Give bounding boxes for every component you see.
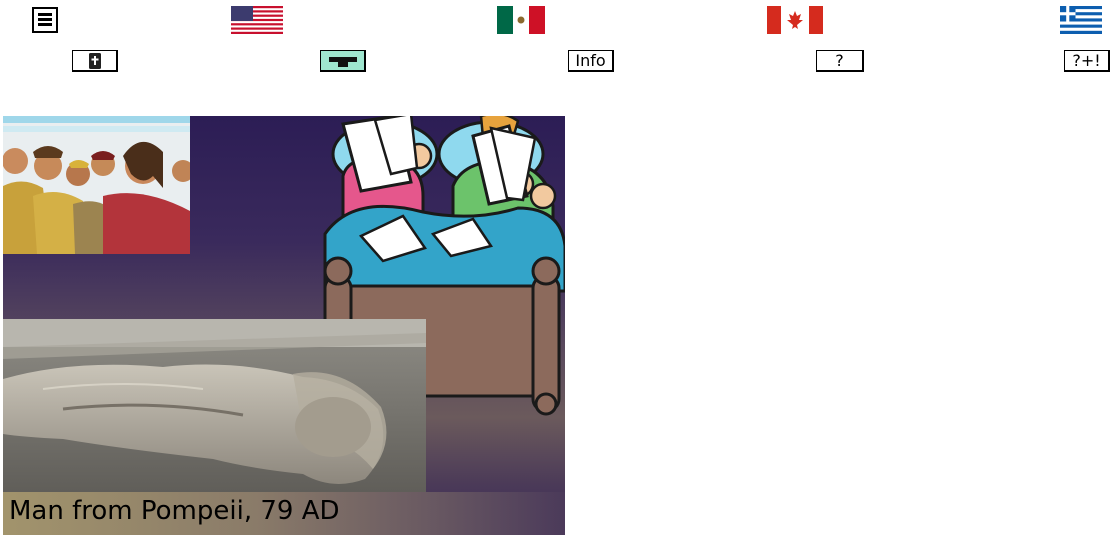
canada-flag-icon <box>767 6 823 34</box>
content-stage: Man from Pompeii, 79 AD <box>3 116 565 535</box>
help-button[interactable]: ? <box>816 50 864 72</box>
help-plus-button[interactable]: ?+! <box>1064 50 1110 72</box>
mexico-flag-icon <box>497 6 545 34</box>
mexico-flag-button[interactable] <box>497 6 545 34</box>
pompeii-body-cast-photo <box>3 319 426 496</box>
image-caption: Man from Pompeii, 79 AD <box>9 496 340 526</box>
greece-flag-icon <box>1060 6 1102 34</box>
help-label: ? <box>835 51 844 70</box>
us-flag-button[interactable] <box>231 6 283 34</box>
jesus-disciples-illustration <box>3 116 190 254</box>
info-label: Info <box>575 51 606 70</box>
us-flag-icon <box>231 6 283 34</box>
canada-flag-button[interactable] <box>767 6 823 34</box>
greece-flag-button[interactable] <box>1060 6 1102 34</box>
bible-button[interactable] <box>72 50 118 72</box>
teacher-desk-icon <box>328 56 357 67</box>
teacher-button[interactable] <box>320 50 366 72</box>
bible-book-icon <box>88 52 101 69</box>
help-plus-label: ?+! <box>1072 51 1101 70</box>
hamburger-menu-button[interactable] <box>32 7 58 33</box>
info-button[interactable]: Info <box>568 50 614 72</box>
